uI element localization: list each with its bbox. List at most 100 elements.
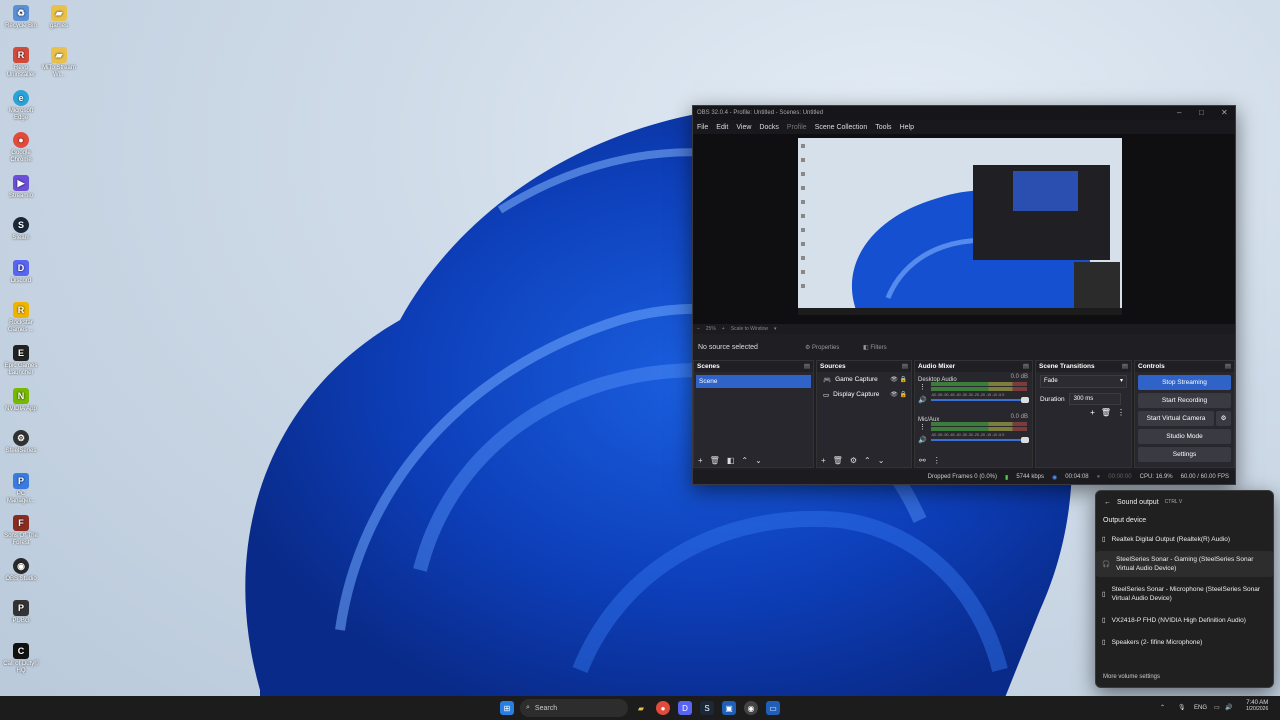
filter-icon[interactable]: ◧ bbox=[727, 456, 735, 465]
chevron-up-icon[interactable]: ⌃ bbox=[864, 456, 871, 465]
dock-menu-icon[interactable]: ▤ bbox=[1225, 361, 1231, 372]
desktop-icon-nvidia[interactable]: N NVIDIA App bbox=[2, 388, 40, 413]
language-indicator[interactable]: ENG bbox=[1194, 705, 1207, 711]
volume-slider[interactable] bbox=[931, 397, 1029, 403]
desktop-icon-sons-forest[interactable]: F Sons Of The Forest bbox=[2, 515, 40, 547]
menu-tools[interactable]: Tools bbox=[875, 124, 891, 131]
chevron-down-icon[interactable]: ▾ bbox=[774, 326, 777, 332]
scale-mode[interactable]: Scale to Window bbox=[731, 326, 768, 332]
device-item[interactable]: ▯ Realtek Digital Output (Realtek(R) Audi… bbox=[1096, 530, 1273, 548]
kebab-icon[interactable]: ⋮ bbox=[919, 423, 926, 431]
dock-menu-icon[interactable]: ▤ bbox=[902, 361, 908, 372]
desktop-icon-pc-manager[interactable]: P PC Manager... bbox=[2, 473, 40, 505]
desktop-icon-steelseries[interactable]: ⚙ SteelSeries bbox=[2, 430, 40, 455]
chrome-icon[interactable]: ● bbox=[656, 701, 670, 715]
minimize-icon[interactable]: – bbox=[1177, 108, 1181, 117]
trash-icon[interactable]: 🗑 bbox=[710, 456, 720, 465]
desktop-icon-recycle-bin[interactable]: ♻ Recycle Bin bbox=[2, 5, 40, 30]
desktop-icon-obs[interactable]: ◉ OBS Studio bbox=[2, 558, 40, 583]
dock-menu-icon[interactable]: ▤ bbox=[804, 361, 810, 372]
gear-icon[interactable]: ⚙ bbox=[850, 456, 857, 465]
zoom-in-icon[interactable]: + bbox=[722, 326, 725, 332]
menu-view[interactable]: View bbox=[736, 124, 751, 131]
desktop-icon-stremio[interactable]: ▶ Streamio bbox=[2, 175, 40, 200]
window-icon[interactable]: ▭ bbox=[766, 701, 780, 715]
add-icon[interactable]: + bbox=[1090, 408, 1095, 417]
obs-titlebar[interactable]: OBS 32.0.4 - Profile: Untitled - Scenes:… bbox=[693, 106, 1235, 120]
desktop-icon-mito[interactable]: ▰ MiTo Stream Wi... bbox=[40, 47, 78, 79]
discord-icon[interactable]: D bbox=[678, 701, 692, 715]
filters-button[interactable]: ◧ Filters bbox=[863, 344, 887, 351]
device-item[interactable]: ▯ VX2418-P FHD (NVIDIA High Definition Au… bbox=[1096, 611, 1273, 629]
zoom-out-icon[interactable]: – bbox=[697, 326, 700, 332]
clock[interactable]: 7:40 AM 1/20/2026 bbox=[1246, 700, 1268, 712]
scene-item[interactable]: Scene bbox=[696, 375, 811, 388]
menu-scene-collection[interactable]: Scene Collection bbox=[815, 124, 868, 131]
mic-icon[interactable]: 🎙 bbox=[1178, 704, 1186, 711]
device-item[interactable]: ▯ Speakers (2- fifine Microphone) bbox=[1096, 633, 1273, 651]
file-explorer-icon[interactable]: ▰ bbox=[634, 701, 648, 715]
device-item-selected[interactable]: 🎧 SteelSeries Sonar - Gaming (SteelSeries… bbox=[1096, 551, 1273, 577]
search-box[interactable]: ⌕ Search bbox=[520, 699, 628, 717]
device-item[interactable]: ▯ SteelSeries Sonar - Microphone (SteelSe… bbox=[1096, 581, 1273, 607]
desktop-icon-edge[interactable]: e Microsoft Edge bbox=[2, 90, 40, 122]
kebab-icon[interactable]: ⋮ bbox=[933, 456, 941, 465]
dock-menu-icon[interactable]: ▤ bbox=[1122, 361, 1128, 372]
desktop-icon-rockstar[interactable]: R Rockstar Games ... bbox=[2, 302, 40, 334]
transition-select[interactable]: Fade ▾ bbox=[1040, 375, 1127, 388]
duration-input[interactable]: 300 ms bbox=[1068, 393, 1121, 405]
close-icon[interactable]: ✕ bbox=[1221, 108, 1228, 117]
desktop-icon-games[interactable]: ▰ games bbox=[40, 5, 78, 30]
network-icon[interactable]: ▭ bbox=[1214, 704, 1220, 711]
more-volume-settings-link[interactable]: More volume settings bbox=[1103, 674, 1160, 680]
kebab-icon[interactable]: ⋮ bbox=[919, 383, 926, 391]
properties-button[interactable]: ⚙ Properties bbox=[805, 344, 839, 351]
trash-icon[interactable]: 🗑 bbox=[833, 456, 843, 465]
chevron-down-icon[interactable]: ⌄ bbox=[878, 456, 885, 465]
store-icon[interactable]: ▣ bbox=[722, 701, 736, 715]
speaker-icon[interactable]: 🔊 bbox=[918, 436, 927, 444]
chevron-up-icon[interactable]: ⌃ bbox=[741, 456, 748, 465]
preview-canvas[interactable] bbox=[798, 138, 1122, 315]
start-recording-button[interactable]: Start Recording bbox=[1138, 393, 1231, 408]
menu-docks[interactable]: Docks bbox=[759, 124, 778, 131]
desktop-icon-chrome[interactable]: ● Google Chrome bbox=[2, 132, 40, 164]
dock-menu-icon[interactable]: ▤ bbox=[1023, 361, 1029, 372]
source-item[interactable]: 🎮 Game Capture 👁 🔒 bbox=[817, 372, 911, 387]
link-icon[interactable]: ⚯ bbox=[919, 456, 926, 465]
obs-icon[interactable]: ◉ bbox=[744, 701, 758, 715]
kebab-icon[interactable]: ⋮ bbox=[1117, 408, 1125, 417]
add-icon[interactable]: + bbox=[698, 456, 703, 465]
desktop-icon-discord[interactable]: D Discord bbox=[2, 260, 40, 285]
studio-mode-button[interactable]: Studio Mode bbox=[1138, 429, 1231, 444]
desktop-icon-pubg[interactable]: P PUBG bbox=[2, 600, 40, 625]
desktop-icon-epic[interactable]: E Epic Games Launcher bbox=[2, 345, 40, 377]
windows-start-icon[interactable]: ⊞ bbox=[500, 701, 514, 715]
chevron-up-icon[interactable]: ⌃ bbox=[1160, 704, 1165, 711]
desktop-icon-revo[interactable]: R Revo Uninstaller bbox=[2, 47, 40, 79]
menu-file[interactable]: File bbox=[697, 124, 708, 131]
eye-lock-icon[interactable]: 👁 🔒 bbox=[890, 376, 907, 383]
source-item[interactable]: ▭ Display Capture 👁 🔒 bbox=[817, 387, 911, 402]
desktop-icon-cod[interactable]: C Call of Duty® HQ bbox=[2, 643, 40, 675]
add-icon[interactable]: + bbox=[821, 456, 826, 465]
maximize-icon[interactable]: □ bbox=[1199, 108, 1204, 117]
volume-slider[interactable] bbox=[931, 437, 1029, 443]
chevron-down-icon[interactable]: ⌄ bbox=[755, 456, 762, 465]
speaker-icon[interactable]: 🔊 bbox=[918, 396, 927, 404]
menu-help[interactable]: Help bbox=[900, 124, 914, 131]
start-virtual-camera-button[interactable]: Start Virtual Camera bbox=[1138, 411, 1214, 426]
preview-area[interactable] bbox=[693, 134, 1235, 324]
settings-button[interactable]: Settings bbox=[1138, 447, 1231, 462]
back-arrow-icon[interactable]: ← bbox=[1104, 499, 1111, 506]
menu-profile[interactable]: Profile bbox=[787, 124, 807, 131]
steam-icon[interactable]: S bbox=[700, 701, 714, 715]
menu-edit[interactable]: Edit bbox=[716, 124, 728, 131]
stop-streaming-button[interactable]: Stop Streaming bbox=[1138, 375, 1231, 390]
trash-icon[interactable]: 🗑 bbox=[1101, 408, 1111, 417]
gear-icon[interactable]: ⚙ bbox=[1216, 411, 1231, 426]
volume-icon[interactable]: 🔊 bbox=[1225, 704, 1232, 711]
desktop-icon-steam[interactable]: S Steam bbox=[2, 217, 40, 242]
obs-window[interactable]: OBS 32.0.4 - Profile: Untitled - Scenes:… bbox=[692, 105, 1236, 485]
eye-lock-icon[interactable]: 👁 🔒 bbox=[890, 391, 907, 398]
